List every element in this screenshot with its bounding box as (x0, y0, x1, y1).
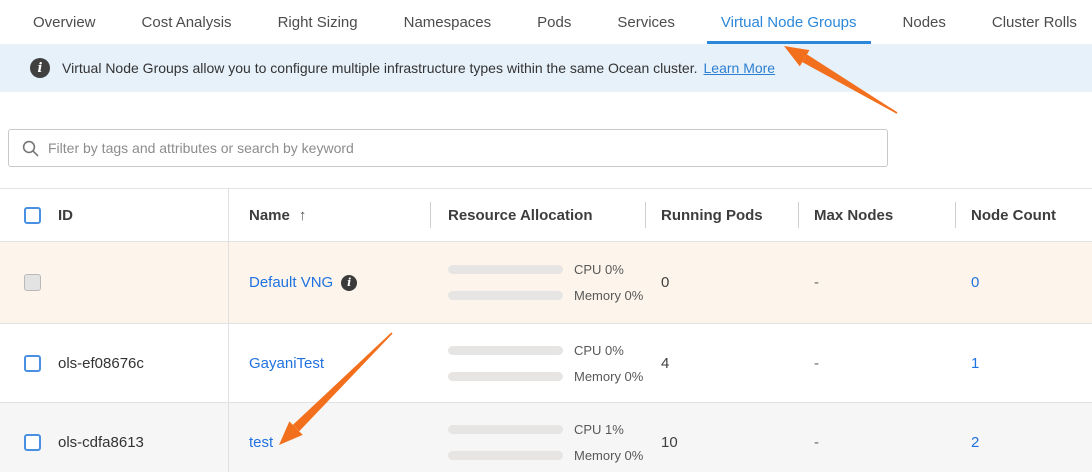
cpu-label: CPU 1% (574, 422, 624, 437)
col-header-running-pods[interactable]: Running Pods (645, 189, 798, 241)
search-box[interactable] (8, 129, 888, 167)
cell-max-nodes: - (798, 403, 955, 472)
search-section (0, 92, 1092, 167)
tab-services[interactable]: Services (617, 0, 675, 44)
cell-running-pods: 4 (645, 324, 798, 402)
cpu-label: CPU 0% (574, 262, 624, 277)
memory-label: Memory 0% (574, 288, 643, 303)
memory-progress-bar (448, 291, 563, 300)
table-header-row: ID Name ↑ Resource Allocation Running Po… (0, 189, 1092, 242)
node-count-link[interactable]: 1 (971, 355, 979, 372)
row-checkbox[interactable] (24, 434, 41, 451)
virtual-node-groups-page: Overview Cost Analysis Right Sizing Name… (0, 0, 1092, 472)
cell-id (58, 242, 228, 323)
sort-ascending-icon[interactable]: ↑ (299, 207, 307, 224)
resource-allocation-cell: CPU 0% Memory 0% (448, 262, 645, 303)
memory-progress-bar (448, 372, 563, 381)
table-row-gayanitest: ols-ef08676c GayaniTest CPU 0% Memory 0%… (0, 324, 1092, 403)
tab-virtual-node-groups[interactable]: Virtual Node Groups (721, 0, 857, 44)
info-banner: i Virtual Node Groups allow you to confi… (0, 44, 1092, 92)
tab-cost-analysis[interactable]: Cost Analysis (142, 0, 232, 44)
cpu-progress-bar (448, 265, 563, 274)
cpu-progress-bar (448, 346, 563, 355)
node-count-link[interactable]: 0 (971, 274, 979, 291)
vng-name-link[interactable]: Default VNG (249, 274, 333, 291)
tab-pods[interactable]: Pods (537, 0, 571, 44)
table-row-test: ols-cdfa8613 test CPU 1% Memory 0% 10 - (0, 403, 1092, 472)
banner-text: Virtual Node Groups allow you to configu… (62, 60, 698, 76)
resource-allocation-cell: CPU 0% Memory 0% (448, 343, 645, 384)
tab-nodes[interactable]: Nodes (903, 0, 946, 44)
cpu-progress-bar (448, 425, 563, 434)
table-row-default-vng: Default VNG i CPU 0% Memory 0% 0 - 0 (0, 242, 1092, 324)
vng-name-link[interactable]: test (249, 434, 273, 451)
tab-right-sizing[interactable]: Right Sizing (278, 0, 358, 44)
memory-label: Memory 0% (574, 448, 643, 463)
vng-name-link[interactable]: GayaniTest (249, 355, 324, 372)
select-all-checkbox[interactable] (24, 207, 41, 224)
row-checkbox[interactable] (24, 355, 41, 372)
cell-max-nodes: - (798, 324, 955, 402)
tab-overview[interactable]: Overview (33, 0, 96, 44)
cell-max-nodes: - (798, 242, 955, 323)
tab-cluster-rolls[interactable]: Cluster Rolls (992, 0, 1077, 44)
col-header-max-nodes[interactable]: Max Nodes (798, 189, 955, 241)
tab-namespaces[interactable]: Namespaces (404, 0, 492, 44)
resource-allocation-cell: CPU 1% Memory 0% (448, 422, 645, 463)
search-icon (22, 140, 39, 157)
cell-running-pods: 10 (645, 403, 798, 472)
cell-id: ols-ef08676c (58, 324, 228, 402)
info-icon: i (30, 58, 50, 78)
cluster-tab-bar: Overview Cost Analysis Right Sizing Name… (0, 0, 1092, 44)
memory-progress-bar (448, 451, 563, 460)
learn-more-link[interactable]: Learn More (704, 60, 776, 76)
row-checkbox-disabled (24, 274, 41, 291)
col-header-name[interactable]: Name ↑ (228, 189, 430, 241)
filter-search-input[interactable] (48, 140, 887, 156)
default-vng-info-icon[interactable]: i (341, 275, 357, 291)
cell-id: ols-cdfa8613 (58, 403, 228, 472)
col-header-node-count[interactable]: Node Count (955, 189, 1092, 241)
node-count-link[interactable]: 2 (971, 434, 979, 451)
col-header-id[interactable]: ID (58, 189, 228, 241)
cpu-label: CPU 0% (574, 343, 624, 358)
vng-table: ID Name ↑ Resource Allocation Running Po… (0, 188, 1092, 472)
cell-running-pods: 0 (645, 242, 798, 323)
memory-label: Memory 0% (574, 369, 643, 384)
col-header-name-label: Name (249, 207, 290, 224)
col-header-resource-allocation[interactable]: Resource Allocation (430, 189, 645, 241)
